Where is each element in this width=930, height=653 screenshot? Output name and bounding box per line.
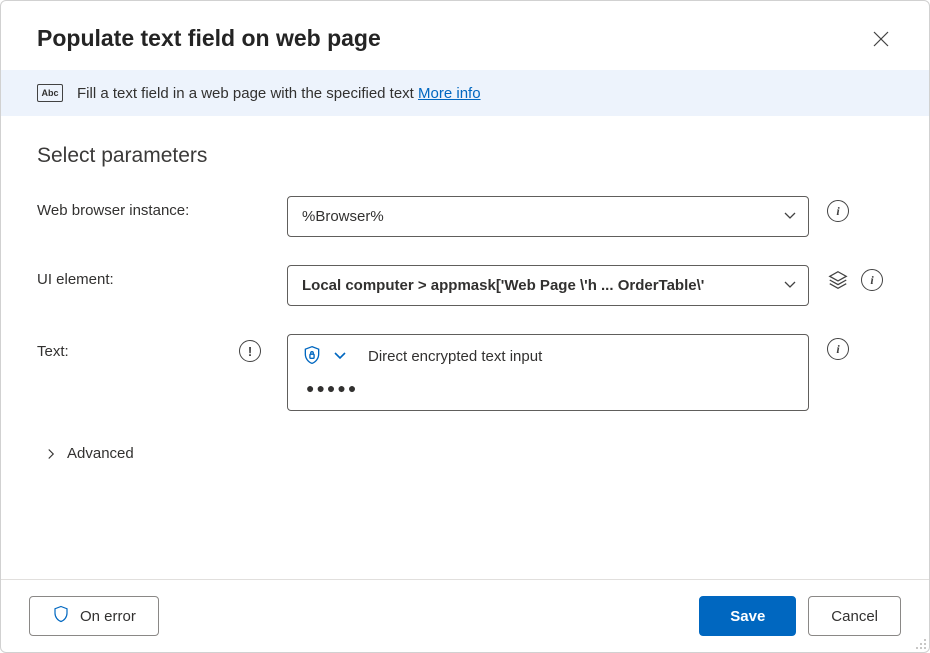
lock-shield-icon bbox=[302, 345, 322, 368]
shield-icon bbox=[52, 605, 70, 627]
advanced-label: Advanced bbox=[67, 445, 134, 462]
advanced-toggle[interactable]: Advanced bbox=[37, 439, 893, 462]
close-icon bbox=[873, 31, 889, 47]
dialog-title: Populate text field on web page bbox=[37, 25, 381, 52]
text-type-dropdown[interactable] bbox=[332, 347, 348, 366]
info-bar: Abc Fill a text field in a web page with… bbox=[1, 70, 929, 116]
chevron-down-icon bbox=[782, 276, 798, 296]
param-row-ui-element: UI element: Local computer > appmask['We… bbox=[37, 265, 893, 306]
abc-icon: Abc bbox=[37, 84, 63, 102]
param-row-text: Text: ! bbox=[37, 334, 893, 411]
chevron-right-icon bbox=[45, 448, 57, 460]
cancel-button[interactable]: Cancel bbox=[808, 596, 901, 636]
dialog-footer: On error Save Cancel bbox=[1, 579, 929, 652]
param-label-ui-element: UI element: bbox=[37, 265, 279, 288]
close-button[interactable] bbox=[869, 27, 893, 51]
browser-instance-select[interactable]: %Browser% bbox=[287, 196, 809, 237]
more-info-link[interactable]: More info bbox=[418, 85, 481, 102]
ui-element-select[interactable]: Local computer > appmask['Web Page \'h .… bbox=[287, 265, 809, 306]
info-bar-text: Fill a text field in a web page with the… bbox=[77, 85, 481, 102]
text-input-container: Direct encrypted text input ●●●●● bbox=[287, 334, 809, 411]
dialog-content: Select parameters Web browser instance: … bbox=[1, 116, 929, 579]
param-label-text: Text: ! bbox=[37, 334, 279, 362]
on-error-label: On error bbox=[80, 608, 136, 625]
info-icon[interactable]: i bbox=[861, 269, 883, 291]
ui-element-value: Local computer > appmask['Web Page \'h .… bbox=[302, 277, 704, 294]
save-button[interactable]: Save bbox=[699, 596, 796, 636]
dialog-populate-text-field: Populate text field on web page Abc Fill… bbox=[0, 0, 930, 653]
encrypted-text-input[interactable]: ●●●●● bbox=[302, 380, 794, 396]
param-row-browser: Web browser instance: %Browser% i bbox=[37, 196, 893, 237]
ui-element-picker-button[interactable] bbox=[827, 269, 849, 291]
dialog-header: Populate text field on web page bbox=[1, 1, 929, 70]
on-error-button[interactable]: On error bbox=[29, 596, 159, 636]
browser-instance-value: %Browser% bbox=[302, 208, 384, 225]
resize-grip-icon[interactable] bbox=[913, 636, 927, 650]
info-icon[interactable]: i bbox=[827, 338, 849, 360]
param-label-browser: Web browser instance: bbox=[37, 196, 279, 219]
info-icon[interactable]: i bbox=[827, 200, 849, 222]
section-title: Select parameters bbox=[37, 144, 893, 168]
chevron-down-icon bbox=[782, 207, 798, 227]
warning-icon: ! bbox=[239, 340, 261, 362]
text-type-label: Direct encrypted text input bbox=[368, 348, 542, 365]
